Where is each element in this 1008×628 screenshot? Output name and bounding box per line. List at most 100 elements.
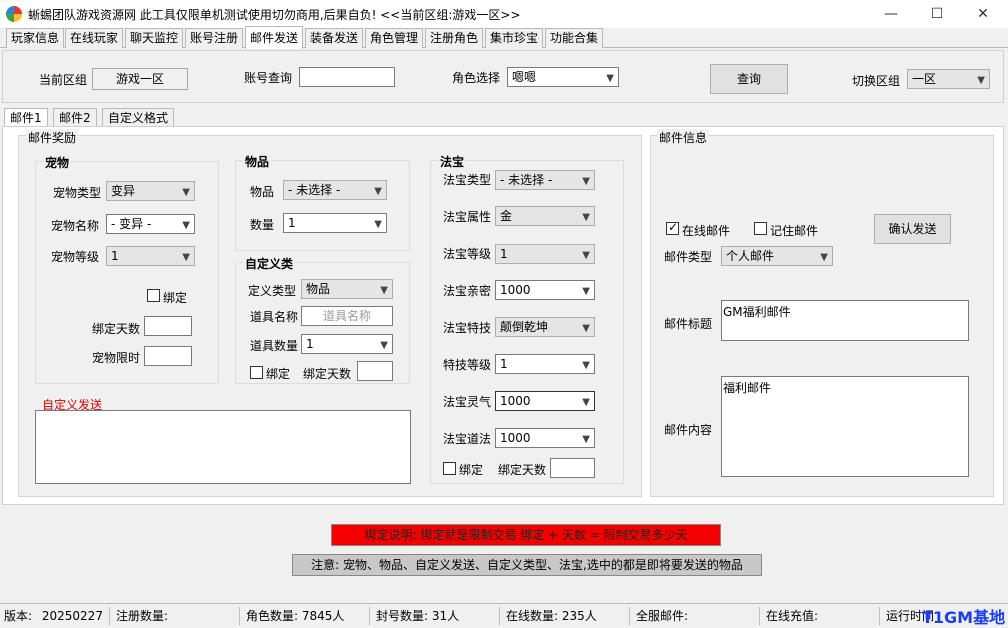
chevron-down-icon: ▼ [582, 397, 590, 408]
item-group-title: 物品 [243, 153, 272, 170]
custom-class-title: 自定义类 [243, 255, 296, 272]
tab-market-treasure[interactable]: 集市珍宝 [485, 28, 544, 48]
switch-zone-label: 切换区组 [852, 74, 901, 88]
pet-name-label: 宠物名称 [51, 219, 100, 233]
fabao-spirit-label: 法宝灵气 [443, 395, 492, 409]
mail-subject-input[interactable]: GM福利邮件 [721, 300, 969, 341]
status-online-value: 235人 [561, 609, 597, 623]
fabao-spirit-select[interactable]: 1000 ▼ [495, 391, 595, 411]
maximize-button[interactable]: ☐ [914, 0, 960, 28]
fabao-dao-value: 1000 [500, 431, 531, 445]
status-bar: 版本: 20250227 注册数量: 角色数量: 7845人 封号数量: 31人… [0, 603, 1008, 626]
tab-role-management[interactable]: 角色管理 [365, 28, 424, 48]
item-select-value: - 未选择 - [288, 183, 341, 197]
role-select-label: 角色选择 [452, 71, 501, 85]
zone-label: 当前区组 [39, 73, 88, 87]
chevron-down-icon: ▼ [380, 340, 388, 351]
fabao-attr-value: 金 [500, 209, 513, 223]
online-mail-checkbox[interactable] [666, 220, 679, 235]
pet-bind-checkbox[interactable] [147, 289, 160, 302]
pet-time-limit-input[interactable] [144, 346, 192, 366]
mail-type-value: 个人邮件 [726, 249, 775, 263]
chevron-down-icon: ▼ [374, 186, 382, 197]
pet-level-select[interactable]: 1 ▼ [106, 246, 195, 266]
close-button[interactable]: ✕ [960, 0, 1006, 28]
chevron-down-icon: ▼ [582, 176, 590, 187]
item-label: 物品 [250, 185, 275, 199]
tab-player-info[interactable]: 玩家信息 [6, 28, 65, 48]
chevron-down-icon: ▼ [582, 286, 590, 297]
chevron-down-icon: ▼ [374, 219, 382, 230]
fabao-skill-level-select[interactable]: 1 ▼ [495, 354, 595, 374]
fabao-attr-select[interactable]: 金 ▼ [495, 206, 595, 226]
fabao-dao-select[interactable]: 1000 ▼ [495, 428, 595, 448]
minimize-button[interactable]: — [868, 0, 914, 28]
status-ban-count: 封号数量: 31人 [372, 607, 500, 625]
fabao-skill-select[interactable]: 颠倒乾坤 ▼ [495, 317, 595, 337]
online-mail-label: 在线邮件 [682, 224, 731, 238]
custom-type-select[interactable]: 物品 ▼ [301, 279, 393, 299]
pet-type-label: 宠物类型 [53, 186, 102, 200]
tab-account-register[interactable]: 账号注册 [185, 28, 244, 48]
fabao-skill-level-label: 特技等级 [443, 358, 492, 372]
fabao-level-select[interactable]: 1 ▼ [495, 244, 595, 264]
pet-name-select[interactable]: - 变异 - ▼ [106, 214, 195, 234]
remember-mail-label: 记住邮件 [770, 224, 819, 238]
tab-custom-format[interactable]: 自定义格式 [102, 108, 175, 127]
status-server-mail-label: 全服邮件: [636, 609, 689, 623]
fabao-skill-label: 法宝特技 [443, 321, 492, 335]
tab-register-role[interactable]: 注册角色 [425, 28, 484, 48]
status-version: 版本: 20250227 [0, 607, 110, 625]
switch-zone-value: 一区 [912, 72, 937, 86]
fabao-type-select[interactable]: - 未选择 - ▼ [495, 170, 595, 190]
account-query-input[interactable] [299, 67, 395, 87]
fabao-group-title: 法宝 [438, 153, 467, 170]
fabao-level-label: 法宝等级 [443, 247, 492, 261]
role-select[interactable]: 嗯嗯 ▼ [507, 67, 619, 87]
switch-zone-select[interactable]: 一区 ▼ [907, 69, 990, 89]
custom-bind-checkbox[interactable] [250, 366, 263, 379]
query-button[interactable]: 查询 [710, 64, 788, 94]
item-select[interactable]: - 未选择 - ▼ [283, 180, 387, 200]
confirm-send-button[interactable]: 确认发送 [874, 214, 951, 244]
pet-time-limit-label: 宠物限时 [92, 351, 141, 365]
status-recharge-label: 在线充值: [766, 609, 819, 623]
fabao-skill-level-value: 1 [500, 357, 508, 371]
fabao-skill-value: 颠倒乾坤 [500, 320, 549, 334]
tab-mail-send[interactable]: 邮件发送 [245, 26, 304, 49]
role-select-value: 嗯嗯 [512, 70, 537, 84]
custom-bind-days-input[interactable] [357, 361, 393, 381]
status-online-recharge: 在线充值: [762, 607, 880, 625]
item-group [235, 160, 410, 251]
mail-type-select[interactable]: 个人邮件 ▼ [721, 246, 833, 266]
tab-mail-1[interactable]: 邮件1 [4, 108, 48, 127]
app-logo-icon [6, 6, 22, 22]
pet-name-value: - 变异 - [111, 217, 152, 231]
tab-chat-monitor[interactable]: 聊天监控 [125, 28, 184, 48]
watermark-text: T1GM基地 [922, 608, 1006, 627]
remember-mail-checkbox[interactable] [754, 222, 767, 235]
tab-feature-collection[interactable]: 功能合集 [545, 28, 604, 48]
item-qty-select[interactable]: 1 ▼ [283, 213, 387, 233]
pet-type-select[interactable]: 变异 ▼ [106, 181, 195, 201]
tab-equipment-send[interactable]: 装备发送 [305, 28, 364, 48]
fabao-dao-label: 法宝道法 [443, 432, 492, 446]
pet-bind-days-input[interactable] [144, 316, 192, 336]
mail-info-title: 邮件信息 [657, 129, 710, 146]
pet-level-label: 宠物等级 [51, 250, 100, 264]
fabao-attr-label: 法宝属性 [443, 210, 492, 224]
mail-content-textarea[interactable]: 福利邮件 [721, 376, 969, 477]
fabao-intimacy-select[interactable]: 1000 ▼ [495, 280, 595, 300]
chevron-down-icon: ▼ [977, 75, 985, 86]
custom-qty-select[interactable]: 1 ▼ [301, 334, 393, 354]
status-version-label: 版本: [4, 609, 33, 623]
custom-name-input[interactable]: 道具名称 [301, 306, 393, 326]
tab-mail-2[interactable]: 邮件2 [53, 108, 97, 127]
fabao-bind-checkbox[interactable] [443, 462, 456, 475]
pet-type-value: 变异 [111, 184, 136, 198]
fabao-bind-days-input[interactable] [550, 458, 595, 478]
mail-type-label: 邮件类型 [664, 250, 713, 264]
tab-online-players[interactable]: 在线玩家 [65, 28, 124, 48]
status-server-mail: 全服邮件: [632, 607, 760, 625]
custom-send-textarea[interactable] [35, 410, 411, 484]
